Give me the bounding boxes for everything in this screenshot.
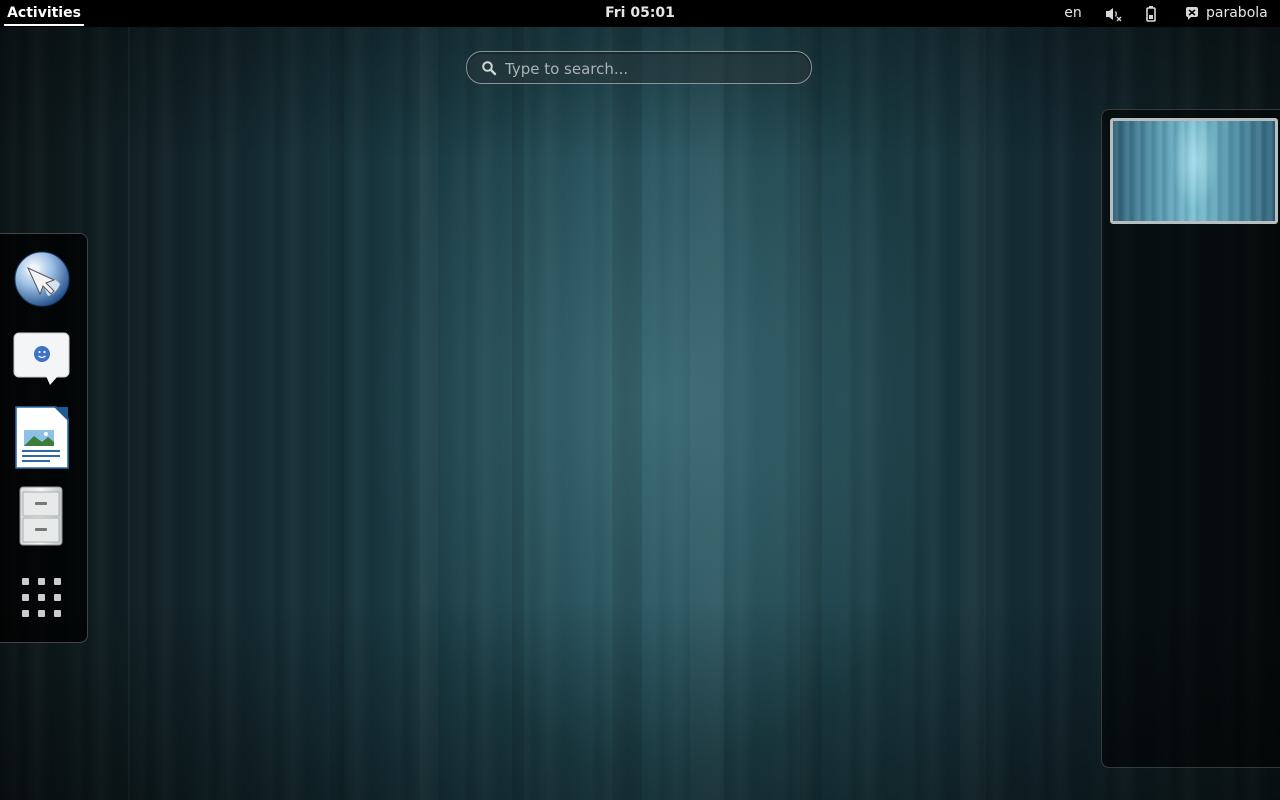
- activities-active-indicator: [4, 24, 84, 26]
- file-cabinet-icon: [19, 486, 63, 546]
- search-icon: [481, 60, 497, 76]
- top-bar: Activities Fri 05:01 en parabola: [0, 0, 1280, 27]
- show-applications-button[interactable]: [12, 570, 72, 632]
- search-input[interactable]: [503, 52, 797, 85]
- volume-muted-icon[interactable]: [1103, 4, 1123, 24]
- activities-button[interactable]: Activities: [0, 0, 88, 27]
- writer-document-icon: [15, 406, 69, 469]
- wallpaper-vignette: [0, 0, 1280, 800]
- keyboard-layout-indicator[interactable]: en: [1060, 0, 1086, 27]
- app-grid-icon: [22, 578, 61, 617]
- desktop-overview: Activities Fri 05:01 en parabola Type to…: [0, 0, 1280, 800]
- dash: [0, 233, 88, 643]
- clock[interactable]: Fri 05:01: [560, 0, 720, 27]
- activities-label: Activities: [7, 5, 81, 21]
- workspace-switcher: [1101, 109, 1280, 768]
- battery-icon[interactable]: [1143, 4, 1163, 24]
- username-label: parabola: [1206, 5, 1268, 21]
- dash-item-document-writer[interactable]: [12, 406, 72, 469]
- chat-bubble-icon: [13, 332, 70, 385]
- user-status-icon: [1184, 4, 1204, 24]
- globe-icon: [14, 251, 70, 307]
- workspace-thumbnail-1[interactable]: [1110, 118, 1278, 224]
- search-box[interactable]: [466, 51, 812, 85]
- dash-item-web-browser[interactable]: [12, 250, 72, 312]
- dash-item-messaging[interactable]: [12, 330, 72, 392]
- dash-item-file-manager[interactable]: [12, 486, 72, 548]
